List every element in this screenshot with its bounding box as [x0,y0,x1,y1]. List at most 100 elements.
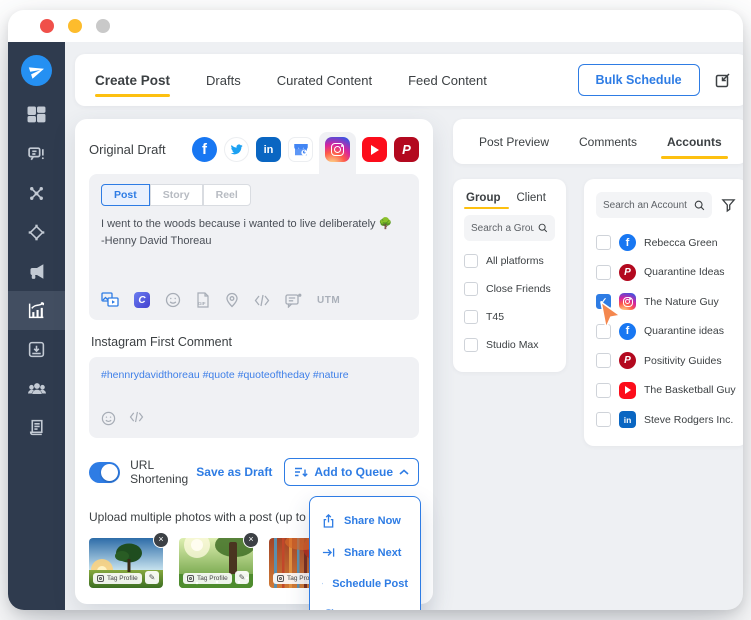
remove-photo-icon[interactable]: × [243,532,259,548]
checkbox[interactable]: ✓ [596,353,611,368]
maximize-window-button[interactable] [96,19,110,33]
account-row[interactable]: ✓ f Rebecca Green [596,229,736,256]
sidebar-item-connections[interactable] [8,174,65,213]
tab-create-post[interactable]: Create Post [95,73,170,88]
checkbox[interactable]: ✓ [596,412,611,427]
checkbox[interactable]: ✓ [596,265,611,280]
checkbox[interactable]: ✓ [596,235,611,250]
checkbox[interactable]: ✓ [464,254,478,268]
account-name: Steve Rodgers Inc. [644,414,733,426]
utm-icon[interactable]: UTM [317,295,340,306]
app-logo-paper-plane-icon[interactable] [21,55,52,86]
photo-thumbnail-sunset-tree[interactable]: × Tag Profile ✎ [89,538,163,588]
account-name: The Nature Guy [644,296,719,308]
twitter-icon[interactable] [224,137,249,162]
location-icon[interactable] [225,292,239,308]
account-search[interactable] [596,192,712,218]
add-to-queue-button[interactable]: Add to Queue [284,458,419,486]
group-row[interactable]: ✓ Close Friends [464,282,555,296]
close-window-button[interactable] [40,19,54,33]
sidebar-item-dashboard[interactable] [8,96,65,135]
sidebar-item-posts[interactable] [8,135,65,174]
account-search-input[interactable] [603,200,690,211]
canva-icon[interactable]: C [134,292,150,308]
tab-accounts[interactable]: Accounts [667,119,722,164]
group-row[interactable]: ✓ T45 [464,310,555,324]
group-card: Group Client ✓ All platforms [453,179,566,372]
menu-item-repeat-post[interactable]: Repet Post [310,599,420,610]
accounts-card: ✓ f Rebecca Green ✓ P Quarantine Ideas [584,179,743,446]
google-business-icon[interactable] [288,137,313,162]
calendar-icon [322,577,323,590]
save-as-draft-link[interactable]: Save as Draft [196,465,272,479]
tag-profile-button[interactable]: Tag Profile [93,573,142,584]
comment-icon[interactable] [285,293,302,308]
photo-thumbnail-meadow[interactable]: × Tag Profile ✎ [179,538,253,588]
edit-photo-icon[interactable]: ✎ [145,571,159,584]
compose-icon[interactable] [714,71,732,89]
edit-photo-icon[interactable]: ✎ [235,571,249,584]
arrow-to-bar-icon [322,546,335,559]
account-row[interactable]: ✓ The Basketball Guy [596,377,736,404]
compose-card: Original Draft f in [75,119,433,604]
original-draft-title: Original Draft [89,142,166,157]
pinterest-icon[interactable]: P [394,137,419,162]
sidebar-item-campaigns[interactable] [8,213,65,252]
tab-reel[interactable]: Reel [203,184,251,206]
remove-photo-icon[interactable]: × [153,532,169,548]
pinterest-icon: P [619,264,636,281]
gif-label: GIF [198,301,206,306]
group-label: All platforms [486,255,544,267]
first-comment-editor[interactable]: #hennrydavidthoreau #quote #quoteoftheda… [89,357,419,438]
tab-comments[interactable]: Comments [579,119,637,164]
code-icon[interactable] [129,411,144,426]
account-row[interactable]: ✓ P Quarantine Ideas [596,259,736,286]
tab-client[interactable]: Client [517,192,546,204]
checkbox[interactable]: ✓ [596,383,611,398]
minimize-window-button[interactable] [68,19,82,33]
tab-drafts[interactable]: Drafts [206,73,241,88]
tab-group[interactable]: Group [466,192,501,204]
tab-post[interactable]: Post [101,184,150,206]
emoji-icon[interactable] [165,292,181,308]
instagram-icon[interactable] [325,137,350,162]
emoji-icon[interactable] [101,411,116,426]
menu-item-schedule-post[interactable]: Schedule Post [310,568,420,599]
checkbox[interactable]: ✓ [464,310,478,324]
bulk-schedule-button[interactable]: Bulk Schedule [578,64,700,96]
menu-item-share-now[interactable]: Share Now [310,505,420,537]
tab-curated-content[interactable]: Curated Content [277,73,372,88]
linkedin-icon[interactable]: in [256,137,281,162]
filter-icon[interactable] [721,198,736,213]
checkbox[interactable]: ✓ [464,282,478,296]
group-row[interactable]: ✓ All platforms [464,254,555,268]
post-editor[interactable]: Post Story Reel I went to the woods beca… [89,174,419,320]
post-text[interactable]: I went to the woods because i wanted to … [101,216,407,278]
first-comment-hashtags[interactable]: #hennrydavidthoreau #quote #quoteoftheda… [101,369,407,381]
sidebar-item-inbox[interactable] [8,330,65,369]
sidebar-item-reports[interactable] [8,408,65,447]
group-search[interactable] [464,215,555,241]
tag-profile-button[interactable]: Tag Profile [183,573,232,584]
tab-post-preview[interactable]: Post Preview [479,119,549,164]
gif-icon[interactable]: GIF [196,292,210,308]
group-row[interactable]: ✓ Studio Max [464,338,555,352]
code-icon[interactable] [254,294,270,307]
sidebar-item-team[interactable] [8,369,65,408]
tab-feed-content[interactable]: Feed Content [408,73,487,88]
account-row[interactable]: ✓ P Positivity Guides [596,347,736,374]
facebook-icon[interactable]: f [192,137,217,162]
checkbox[interactable]: ✓ [464,338,478,352]
youtube-icon[interactable] [362,137,387,162]
group-search-input[interactable] [471,223,534,234]
sidebar-item-promote[interactable] [8,252,65,291]
account-row[interactable]: ✓ in Steve Rodgers Inc. [596,406,736,433]
facebook-icon: f [619,234,636,251]
account-name: Quarantine Ideas [644,266,725,278]
queue-icon [294,466,308,479]
tab-story[interactable]: Story [150,184,203,206]
url-shortening-toggle[interactable] [89,462,120,483]
sidebar-item-analytics[interactable] [8,291,65,330]
add-media-icon[interactable] [101,292,119,308]
menu-item-share-next[interactable]: Share Next [310,537,420,568]
